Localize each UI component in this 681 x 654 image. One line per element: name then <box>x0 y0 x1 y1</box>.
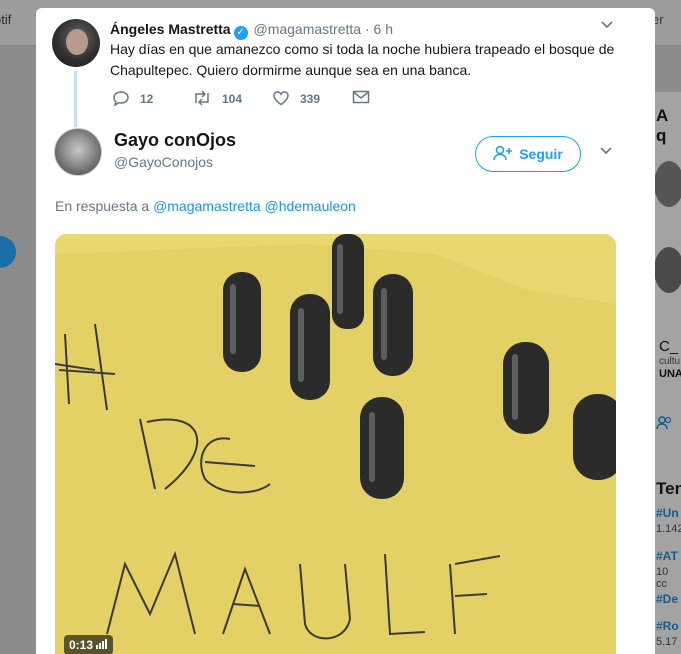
verified-icon: ✓ <box>233 26 248 40</box>
retweet-count: 104 <box>222 92 243 106</box>
background-suggestion-org: UNA <box>659 368 681 380</box>
separator: · <box>364 21 370 37</box>
reply-button[interactable]: 12 <box>112 90 154 107</box>
follow-label: Seguir <box>519 146 563 162</box>
background-suggestion-name: C_ <box>659 338 679 355</box>
envelope-icon <box>352 90 380 104</box>
background-trends-heading: Ten <box>656 479 681 498</box>
background-nav-text: otif <box>0 12 12 27</box>
direct-message-button[interactable] <box>352 90 380 104</box>
tweet-modal: Ángeles Mastretta ✓ @magamastretta · 6 h … <box>36 8 655 654</box>
background-trend-tag: #Un <box>656 506 679 520</box>
background-suggestion-desc: cultu <box>659 356 681 367</box>
background-trend-sub: 10 cc <box>656 566 669 590</box>
background-panel-heading: A q <box>656 106 668 145</box>
reply-user-link[interactable]: @hdemauleon <box>265 198 356 214</box>
background-trend-sub: 5.17 <box>656 636 678 648</box>
background-trend-tag: #De <box>656 592 679 606</box>
reply-icon <box>112 91 140 107</box>
video-player[interactable]: 0:13 <box>55 234 616 654</box>
background-trend-sub: 1.142 <box>656 523 681 535</box>
retweet-button[interactable]: 104 <box>192 90 242 106</box>
background-trend-tag: #AT <box>656 549 678 563</box>
parent-avatar[interactable] <box>52 19 100 67</box>
thread-connector <box>74 71 77 127</box>
reply-count: 12 <box>140 92 154 106</box>
reply-prefix: En respuesta a <box>55 198 150 214</box>
video-duration-badge: 0:13 <box>64 635 114 654</box>
volume-bars-icon <box>96 638 108 652</box>
parent-tweet-text: Hay días en que amanezco como si toda la… <box>110 41 615 78</box>
add-user-icon <box>493 145 513 164</box>
chevron-down-icon[interactable] <box>600 18 614 37</box>
background-trend-tag: #Ro <box>656 619 679 633</box>
main-author-handle[interactable]: @GayoConojos <box>114 154 213 170</box>
main-author-name[interactable]: Gayo conOjos <box>114 130 236 151</box>
retweet-icon <box>192 90 222 106</box>
parent-tweet-header: Ángeles Mastretta ✓ @magamastretta · 6 h <box>110 21 393 40</box>
main-avatar[interactable] <box>54 128 102 176</box>
background-compose-button <box>0 236 16 268</box>
chevron-down-icon[interactable] <box>599 144 613 163</box>
like-count: 339 <box>300 92 321 106</box>
background-avatar <box>654 161 681 207</box>
parent-author-name[interactable]: Ángeles Mastretta <box>110 21 231 37</box>
reply-context: En respuesta a @magamastretta @hdemauleo… <box>55 198 356 214</box>
follow-button[interactable]: Seguir <box>475 136 581 172</box>
video-frame <box>55 234 616 654</box>
reply-user-link[interactable]: @magamastretta <box>153 198 261 214</box>
parent-timestamp[interactable]: 6 h <box>374 21 393 37</box>
heart-icon <box>272 91 300 106</box>
like-button[interactable]: 339 <box>272 90 320 106</box>
people-icon <box>656 416 674 433</box>
background-avatar <box>654 247 681 293</box>
video-duration: 0:13 <box>69 638 94 652</box>
parent-author-handle[interactable]: @magamastretta <box>253 21 361 37</box>
